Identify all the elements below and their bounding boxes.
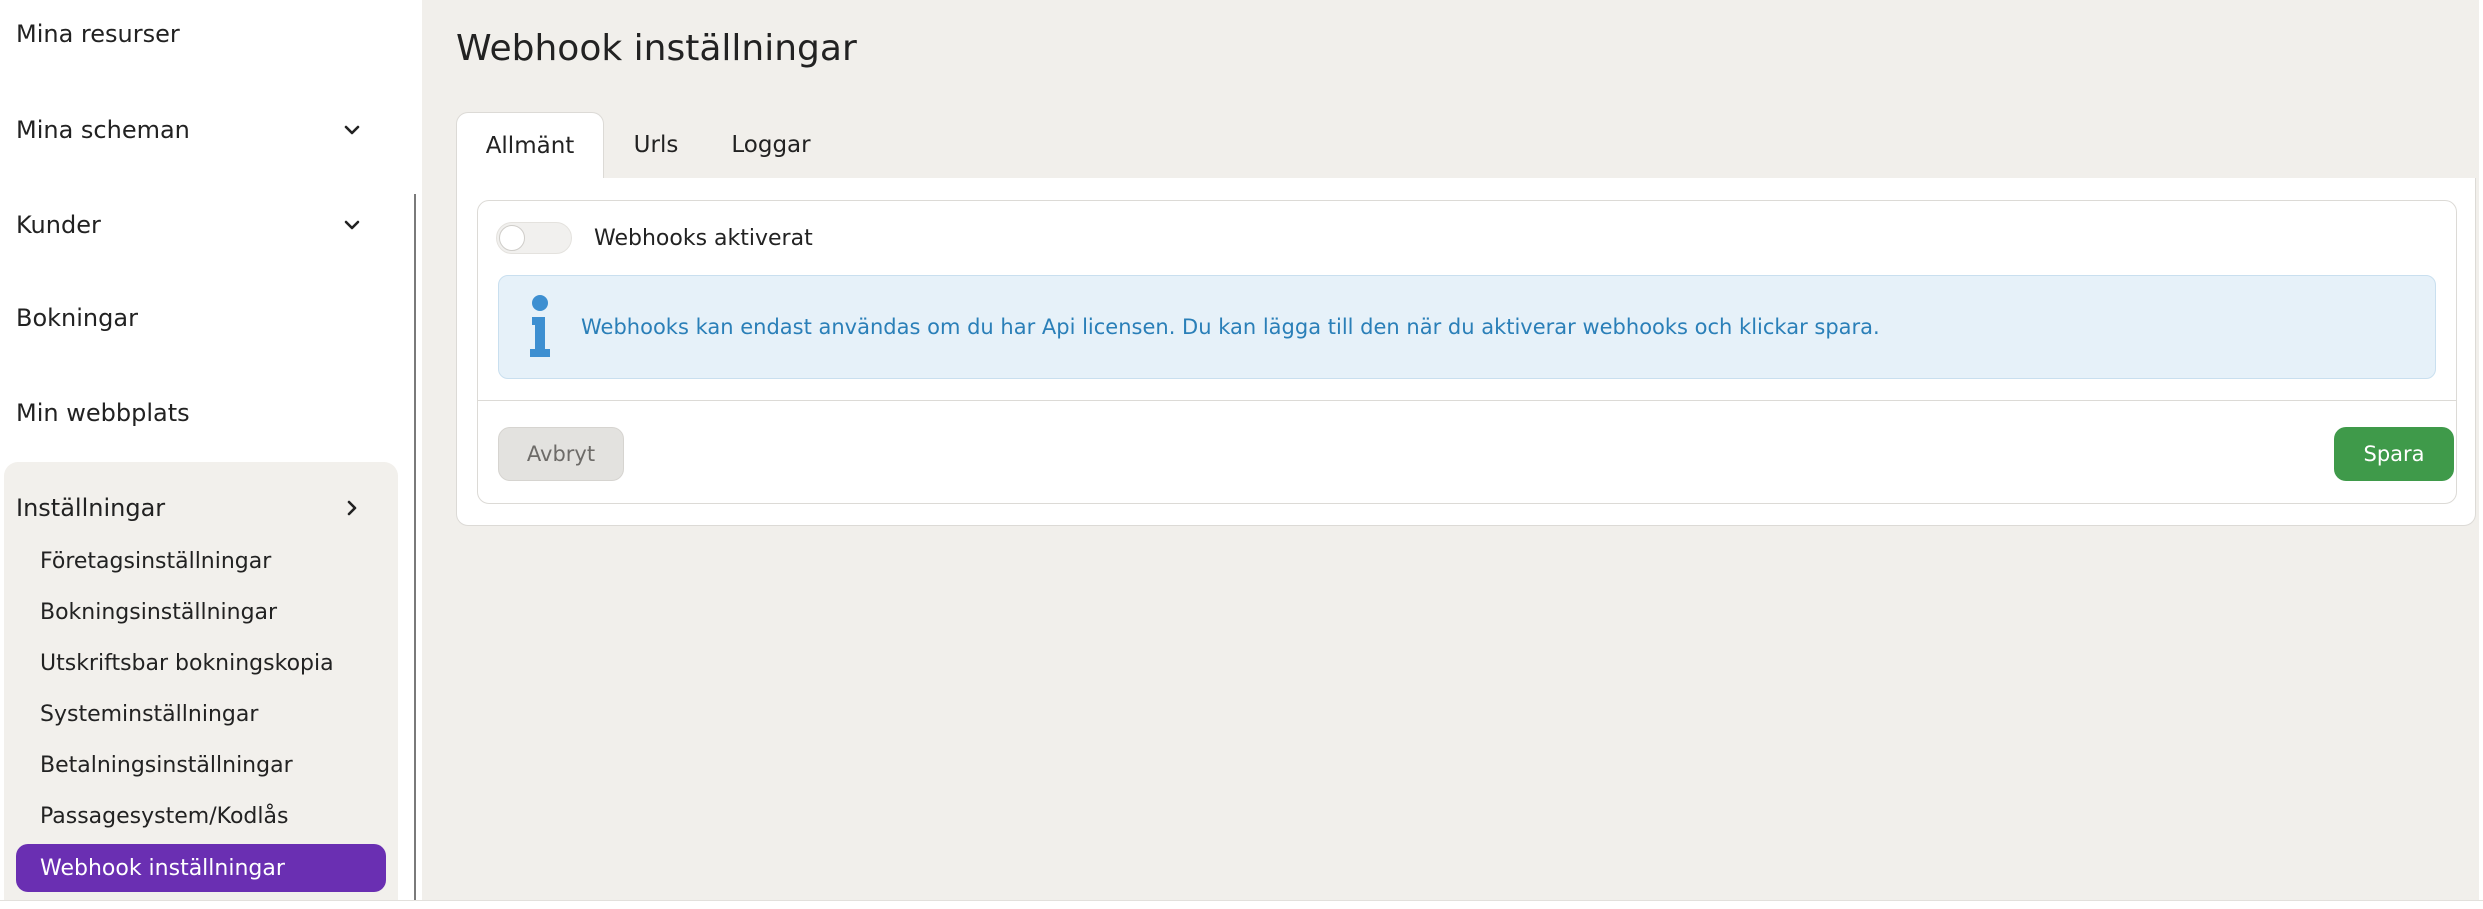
main-content: Webhook inställningar Allmänt Urls Logga… (416, 0, 2483, 902)
tab-panel: Webhooks aktiverat Webhooks kan endast a… (456, 178, 2476, 526)
toggle-knob (499, 225, 525, 251)
tab-allmant[interactable]: Allmänt (456, 112, 604, 178)
chevron-right-icon (338, 494, 366, 522)
info-icon (499, 295, 581, 359)
sidebar-item-label: Inställningar (16, 494, 166, 522)
settings-card: Webhooks aktiverat Webhooks kan endast a… (477, 200, 2457, 504)
sidebar-item-installningar[interactable]: Inställningar (16, 480, 416, 536)
sidebar-item-label: Mina resurser (16, 20, 180, 48)
sidebar-item-label: Min webbplats (16, 399, 190, 427)
sidebar-subitem-utskriftsbar-bokningskopia[interactable]: Utskriftsbar bokningskopia (40, 643, 334, 683)
sidebar-item-min-webbplats[interactable]: Min webbplats (16, 385, 416, 441)
sidebar-subitem-webhook-installningar[interactable]: Webhook inställningar (16, 844, 386, 892)
cancel-button[interactable]: Avbryt (498, 427, 624, 481)
card-divider (478, 400, 2456, 401)
sidebar-subitem-systeminstallningar[interactable]: Systeminställningar (40, 694, 258, 734)
webhooks-toggle-row: Webhooks aktiverat (496, 221, 813, 255)
info-alert-text: Webhooks kan endast användas om du har A… (581, 315, 1880, 339)
info-alert: Webhooks kan endast användas om du har A… (498, 275, 2436, 379)
tab-loggar[interactable]: Loggar (708, 112, 834, 178)
sidebar-item-kunder[interactable]: Kunder (16, 197, 416, 253)
webhooks-toggle[interactable] (496, 222, 572, 254)
sidebar: Mina resurser Mina scheman Kunder Boknin… (0, 0, 416, 902)
tab-urls[interactable]: Urls (604, 112, 708, 178)
sidebar-subitem-bokningsinstallningar[interactable]: Bokningsinställningar (40, 592, 277, 632)
tab-bar: Allmänt Urls Loggar (456, 110, 834, 178)
page-title: Webhook inställningar (456, 28, 857, 69)
sidebar-subitem-passagesystem-kodlas[interactable]: Passagesystem/Kodlås (40, 796, 288, 836)
chevron-down-icon (338, 211, 366, 239)
sidebar-item-label: Mina scheman (16, 116, 190, 144)
app-window: Mina resurser Mina scheman Kunder Boknin… (0, 0, 2483, 902)
sidebar-item-bokningar[interactable]: Bokningar (16, 290, 416, 346)
sidebar-subitem-foretagsinstallningar[interactable]: Företagsinställningar (40, 541, 271, 581)
sidebar-item-label: Bokningar (16, 304, 138, 332)
sidebar-subitem-betalningsinstallningar[interactable]: Betalningsinställningar (40, 745, 293, 785)
toggle-label: Webhooks aktiverat (594, 225, 813, 251)
save-button[interactable]: Spara (2334, 427, 2454, 481)
sidebar-item-mina-resurser[interactable]: Mina resurser (16, 6, 416, 62)
sidebar-item-mina-scheman[interactable]: Mina scheman (16, 102, 416, 158)
sidebar-item-label: Kunder (16, 211, 101, 239)
chevron-down-icon (338, 116, 366, 144)
